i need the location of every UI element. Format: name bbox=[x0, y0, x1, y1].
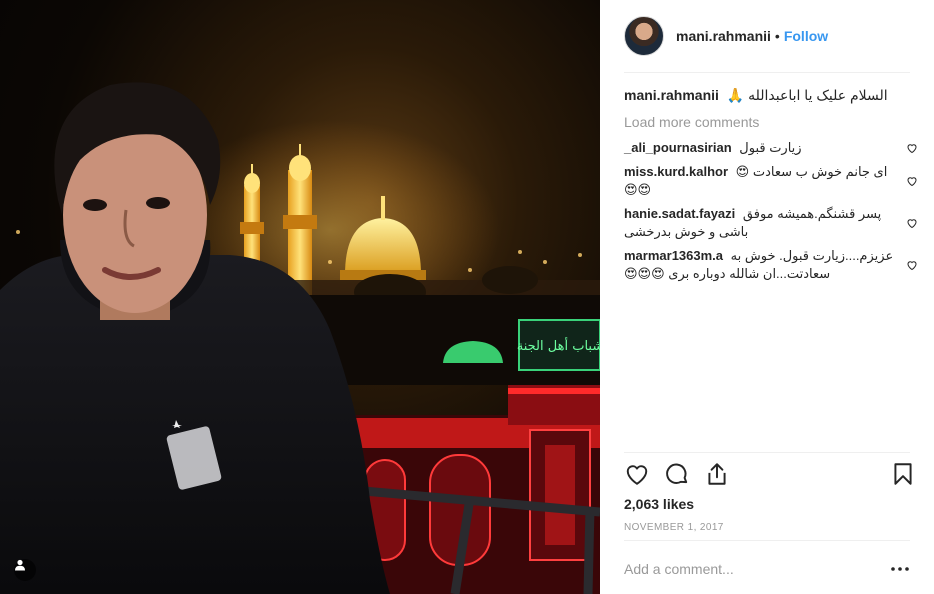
comment-item: hanie.sadat.fayazi پسر قشنگم.همیشه موفق … bbox=[624, 205, 920, 241]
comment-username[interactable]: hanie.sadat.fayazi bbox=[624, 206, 735, 221]
comments-list: mani.rahmanii السلام علیک یا اباعبدالله … bbox=[624, 86, 920, 289]
header-username[interactable]: mani.rahmanii bbox=[676, 28, 771, 44]
header-divider bbox=[624, 72, 910, 73]
user-tag-button[interactable] bbox=[14, 559, 36, 581]
post-panel: mani.rahmanii • Follow mani.rahmanii الس… bbox=[600, 0, 934, 594]
action-bar bbox=[624, 461, 912, 489]
comment-text: زیارت قبول bbox=[739, 140, 802, 155]
caption-text: السلام علیک یا اباعبدالله 🙏 bbox=[726, 87, 888, 103]
caption-username[interactable]: mani.rahmanii bbox=[624, 87, 719, 103]
comment-username[interactable]: marmar1363m.a bbox=[624, 248, 723, 263]
like-comment-heart-icon[interactable] bbox=[906, 217, 918, 229]
post-photo[interactable]: شباب أهل الجنة bbox=[0, 0, 600, 594]
comment-username[interactable]: _ali_pournasirian bbox=[624, 140, 732, 155]
like-comment-heart-icon[interactable] bbox=[906, 175, 918, 187]
likes-count[interactable]: 2,063 likes bbox=[624, 496, 694, 512]
add-comment-input[interactable] bbox=[624, 556, 860, 582]
share-icon[interactable] bbox=[704, 461, 730, 487]
comment-item: miss.kurd.kalhor ای جانم خوش ب سعادت 😍😍😍 bbox=[624, 163, 920, 199]
user-tag-icon bbox=[15, 559, 25, 571]
follow-button[interactable]: Follow bbox=[784, 28, 828, 44]
like-comment-heart-icon[interactable] bbox=[906, 259, 918, 271]
post-date[interactable]: NOVEMBER 1, 2017 bbox=[624, 522, 724, 533]
neon-sign-text: شباب أهل الجنة bbox=[517, 337, 600, 354]
photo-scene: شباب أهل الجنة bbox=[0, 82, 600, 594]
more-icon[interactable] bbox=[890, 560, 910, 578]
comment-icon[interactable] bbox=[664, 461, 690, 487]
load-more-comments-button[interactable]: Load more comments bbox=[624, 113, 920, 131]
avatar[interactable] bbox=[624, 16, 664, 56]
header-separator: • bbox=[774, 28, 780, 44]
actions-divider bbox=[624, 452, 910, 453]
comment-username[interactable]: miss.kurd.kalhor bbox=[624, 164, 728, 179]
post-header: mani.rahmanii • Follow bbox=[600, 0, 934, 72]
heart-icon[interactable] bbox=[624, 461, 650, 487]
like-comment-heart-icon[interactable] bbox=[906, 142, 918, 154]
comment-item: _ali_pournasirian زیارت قبول bbox=[624, 139, 920, 157]
comment-divider bbox=[624, 540, 910, 541]
bookmark-icon[interactable] bbox=[890, 461, 916, 487]
comment-item: marmar1363m.a عزیزم....زیارت قبول. خوش ب… bbox=[624, 247, 920, 283]
caption: mani.rahmanii السلام علیک یا اباعبدالله … bbox=[624, 86, 920, 104]
